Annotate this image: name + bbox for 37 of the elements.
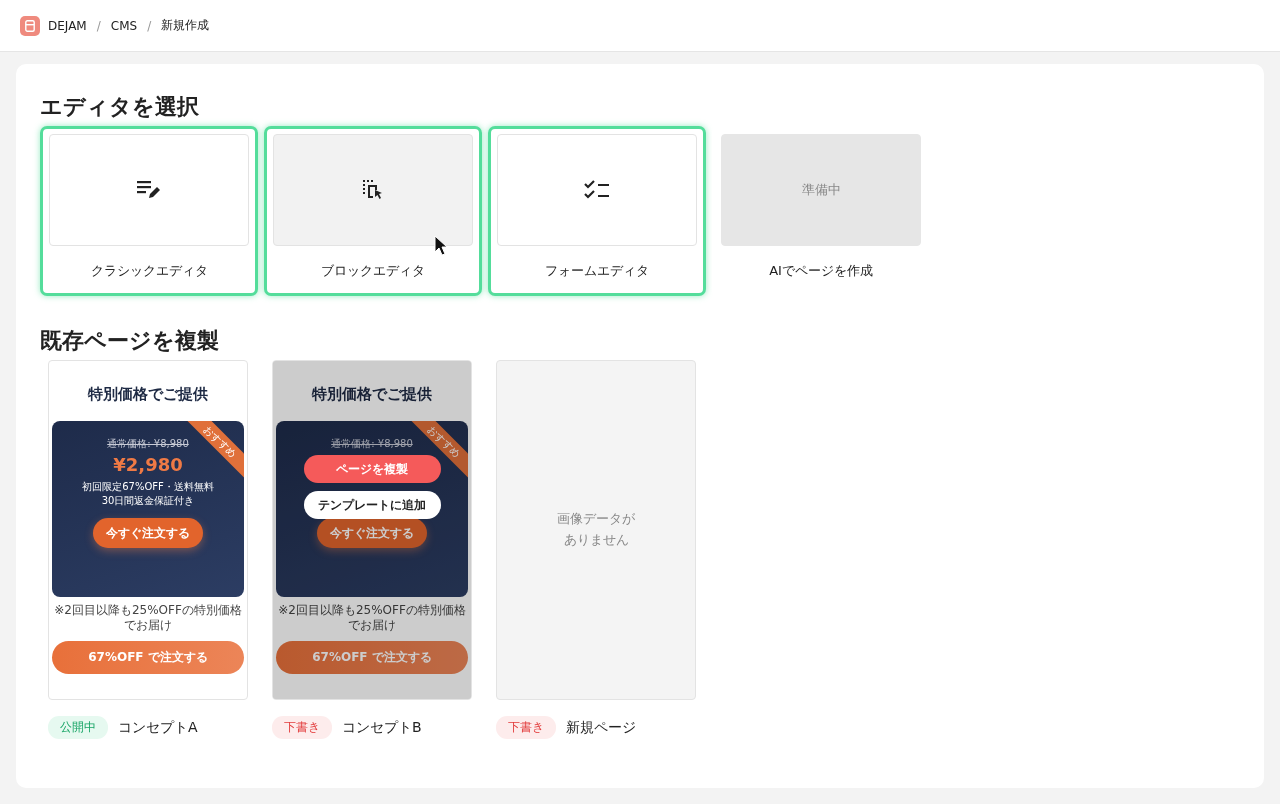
page-name: 新規ページ [566, 718, 636, 737]
breadcrumb-item[interactable]: DEJAM [48, 18, 87, 33]
sale-price: ¥2,980 [113, 454, 183, 475]
order-button: 今すぐ注文する [93, 518, 203, 548]
feature-text: 30日間返金保証付き [100, 494, 196, 508]
regular-price: 通常価格: ¥8,980 [331, 437, 413, 450]
add-template-button[interactable]: テンプレートに追加 [303, 491, 441, 519]
preview-heading: 特別価格でご提供 [88, 385, 208, 405]
status-badge: 公開中 [48, 716, 108, 739]
no-image-text: ありません [562, 531, 630, 549]
page-thumbnail[interactable]: 特別価格でご提供 おすすめ 通常価格: ¥8,980 ページを複製 テンプレートに追加 今すぐ注文する ※2回目以降も25%OFFの特別価格でお届け 67%OFF で注文する [272, 360, 472, 700]
feature-text: 初回限定67%OFF・送料無料 [82, 480, 214, 494]
page-name: コンセプトB [342, 718, 422, 737]
preview-note: ※2回目以降も25%OFFの特別価格でお届け [53, 603, 243, 633]
breadcrumb-separator: / [147, 18, 152, 33]
section-title: 既存ページを複製 [40, 327, 220, 355]
status-badge: 下書き [272, 716, 332, 739]
editor-option[interactable]: フォームエディタ [488, 126, 706, 296]
breadcrumb-item: 新規作成 [161, 17, 210, 34]
bottom-order-button: 67%OFF で注文する [52, 641, 244, 674]
checklist-icon [584, 179, 610, 201]
editor-option[interactable]: クラシックエディタ [40, 126, 258, 296]
app-logo-icon[interactable] [20, 15, 40, 36]
coming-soon-label: 準備中 [801, 181, 841, 199]
breadcrumb-item[interactable]: CMS [110, 18, 138, 33]
editor-option[interactable]: ブロックエディタ [264, 126, 482, 296]
preview-heading: 特別価格でご提供 [312, 385, 432, 405]
order-button: 今すぐ注文する [317, 518, 427, 548]
page-name: コンセプトA [118, 718, 198, 737]
status-badge: 下書き [496, 716, 556, 739]
section-title: エディタを選択 [40, 93, 200, 121]
breadcrumb-separator: / [96, 18, 101, 33]
mouse-cursor-icon [434, 235, 448, 257]
bottom-order-button: 67%OFF で注文する [276, 641, 468, 674]
regular-price: 通常価格: ¥8,980 [107, 437, 189, 450]
preview-note: ※2回目以降も25%OFFの特別価格でお届け [277, 603, 467, 633]
no-image-text: 画像データが [557, 510, 635, 529]
